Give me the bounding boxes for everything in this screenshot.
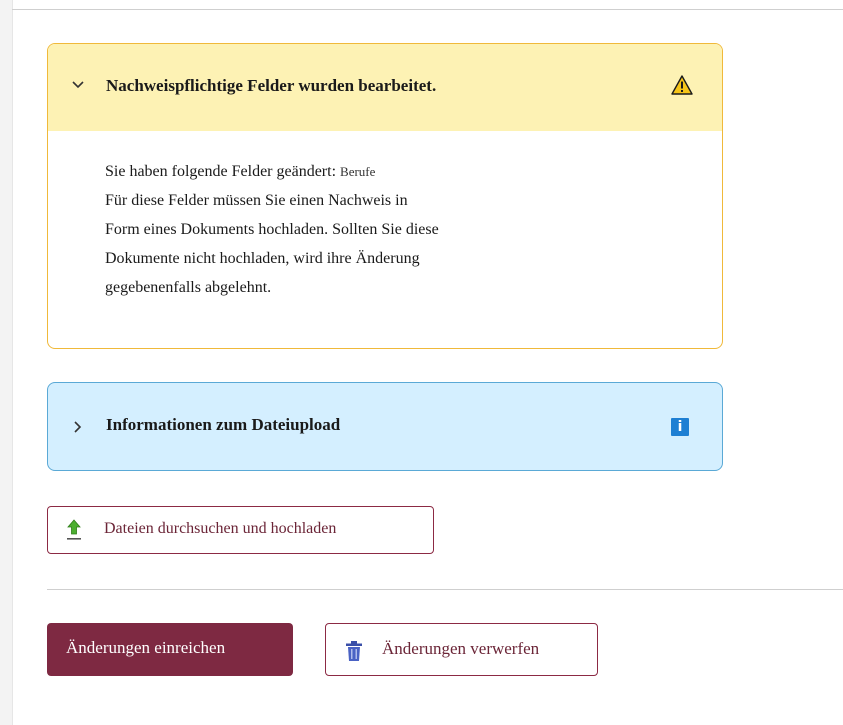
chevron-down-icon[interactable]	[71, 78, 85, 92]
upload-files-button[interactable]: Dateien durchsuchen und hochladen	[47, 506, 434, 554]
warning-text-line: gegebenenfalls abgelehnt.	[105, 279, 272, 296]
discard-changes-label: Änderungen verwerfen	[382, 639, 540, 658]
info-icon: i	[671, 418, 689, 436]
warning-text-line: Form eines Dokuments hochladen. Sollten …	[105, 221, 439, 238]
left-sidebar-edge	[0, 0, 13, 725]
trash-icon	[346, 641, 362, 661]
warning-icon	[671, 75, 693, 95]
info-panel[interactable]: Informationen zum Dateiupload i	[47, 382, 723, 471]
warning-panel-header[interactable]: Nachweispflichtige Felder wurden bearbei…	[48, 44, 722, 131]
warning-panel-title: Nachweispflichtige Felder wurden bearbei…	[106, 76, 437, 95]
submit-changes-label: Änderungen einreichen	[66, 638, 226, 657]
top-divider	[12, 9, 843, 10]
warning-panel-body: Sie haben folgende Felder geändert: Beru…	[105, 157, 575, 302]
warning-text-line: Für diese Felder müssen Sie einen Nachwe…	[105, 192, 408, 209]
submit-changes-button[interactable]: Änderungen einreichen	[47, 623, 293, 676]
discard-changes-button[interactable]: Änderungen verwerfen	[325, 623, 598, 676]
changed-fields-value: Berufe	[340, 164, 376, 179]
upload-files-label: Dateien durchsuchen und hochladen	[104, 520, 337, 537]
changed-fields-prefix: Sie haben folgende Felder geändert:	[105, 163, 337, 180]
chevron-right-icon[interactable]	[71, 420, 85, 434]
warning-panel: Nachweispflichtige Felder wurden bearbei…	[47, 43, 723, 349]
upload-arrow-icon	[67, 519, 81, 540]
warning-text-line: Dokumente nicht hochladen, wird ihre Änd…	[105, 250, 420, 267]
section-divider	[47, 589, 843, 590]
info-panel-title: Informationen zum Dateiupload	[106, 415, 341, 434]
changed-fields-line: Sie haben folgende Felder geändert: Beru…	[105, 157, 575, 186]
